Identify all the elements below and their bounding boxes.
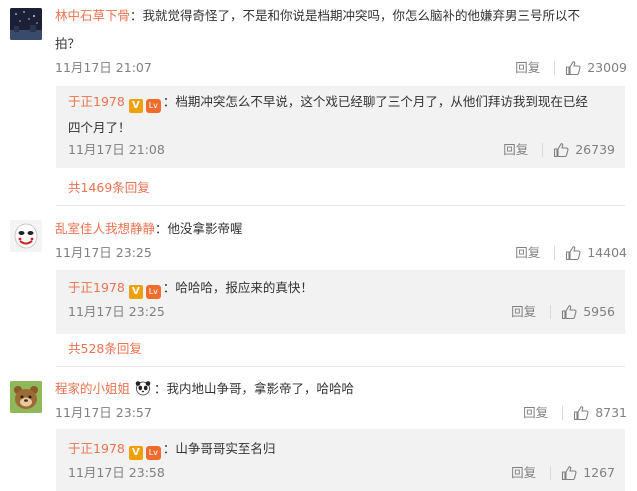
like-count[interactable]: 1267 [583, 463, 615, 483]
comment-time: 11月17日 21:07 [55, 60, 152, 75]
thumbs-up-icon[interactable] [573, 405, 589, 421]
avatar-cartoon-bear-image [10, 381, 42, 413]
panda-emoji-icon [135, 381, 151, 396]
level-badge-icon: Lv [145, 446, 161, 460]
reply-button[interactable]: 回复 [511, 463, 536, 483]
comment-2: 乱室佳人我想静静：他没拿影帝喔 11月17日 23:25 回复 14404 于正… [0, 206, 637, 366]
thumbs-up-icon[interactable] [553, 142, 569, 158]
reply-box: 于正1978 V Lv ：山争哥哥实至名归 11月17日 23:58 回复 1267 [56, 429, 625, 491]
more-replies-link[interactable]: 共528条回复 [68, 339, 142, 359]
reply-body-continued: 四个月了！ [68, 120, 131, 135]
comment-actions: 回复 14404 [515, 243, 627, 263]
reply-body: ：哈哈哈，报应来的真快！ [162, 280, 313, 295]
reply-box: 于正1978 V Lv ：哈哈哈，报应来的真快！ 11月17日 23:25 回复 59… [56, 270, 625, 334]
level-badge-icon: Lv [145, 99, 161, 113]
level-badge-icon: Lv [145, 285, 161, 299]
thumbs-up-icon[interactable] [565, 245, 581, 261]
action-divider [550, 305, 552, 319]
avatar[interactable] [10, 8, 42, 40]
reply-body: ：档期冲突怎么不早说，这个戏已经聊了三个月了，从他们拜访我到现在已经 [162, 94, 588, 109]
thumbs-up-icon[interactable] [561, 465, 577, 481]
like-count[interactable]: 26739 [575, 140, 615, 160]
comment-username[interactable]: 程家的小姐姐 [55, 381, 130, 396]
avatar-mask-face-image [10, 220, 42, 252]
comment-username[interactable]: 林中石草下骨 [55, 8, 130, 23]
comment-time: 11月17日 23:57 [55, 405, 152, 420]
action-divider [554, 61, 556, 75]
comment-body: ：我内地山争哥，拿影帝了，哈哈哈 [154, 381, 355, 396]
reply-button[interactable]: 回复 [523, 403, 548, 423]
comment-text: 乱室佳人我想静静：他没拿影帝喔 [55, 219, 243, 239]
avatar[interactable] [10, 381, 42, 413]
reply-actions: 回复 26739 [503, 140, 615, 160]
comment-1: 林中石草下骨：我就觉得奇怪了，不是和你说是档期冲突吗，你怎么脑补的他嫌弃男三号所… [0, 0, 637, 205]
action-divider [542, 143, 544, 157]
comment-time: 11月17日 23:25 [55, 245, 152, 260]
reply-time: 11月17日 21:08 [68, 142, 165, 157]
reply-username[interactable]: 于正1978 [68, 280, 125, 295]
reply-actions: 回复 5956 [511, 302, 615, 322]
reply-button[interactable]: 回复 [511, 302, 536, 322]
more-replies-link[interactable]: 共1469条回复 [68, 178, 150, 198]
verified-v-icon: V [128, 285, 143, 299]
reply-button[interactable]: 回复 [515, 58, 540, 78]
action-divider [550, 466, 552, 480]
reply-actions: 回复 1267 [511, 463, 615, 483]
reply-text: 于正1978 V Lv ：山争哥哥实至名归 [68, 439, 275, 460]
reply-box: 于正1978 V Lv ：档期冲突怎么不早说，这个戏已经聊了三个月了，从他们拜访我到现… [56, 86, 625, 168]
comment-3: 程家的小姐姐 ：我内地山争哥，拿影帝了，哈哈哈 11月17日 23:57 回复 … [0, 367, 637, 491]
comment-actions: 回复 8731 [523, 403, 627, 423]
reply-button[interactable]: 回复 [515, 243, 540, 263]
verified-v-icon: V [128, 446, 143, 460]
like-count[interactable]: 5956 [583, 302, 615, 322]
reply-body: ：山争哥哥实至名归 [162, 441, 276, 456]
verified-v-icon: V [128, 99, 143, 113]
reply-username[interactable]: 于正1978 [68, 441, 125, 456]
comment-body-continued: 拍？ [55, 36, 81, 51]
comment-body: ：他没拿影帝喔 [155, 221, 243, 236]
comment-text: 程家的小姐姐 ：我内地山争哥，拿影帝了，哈哈哈 [55, 379, 354, 399]
action-divider [562, 406, 564, 420]
thumbs-up-icon[interactable] [561, 304, 577, 320]
avatar-night-sky-image [10, 8, 42, 40]
like-count[interactable]: 8731 [595, 403, 627, 423]
action-divider [554, 246, 556, 260]
thumbs-up-icon[interactable] [565, 60, 581, 76]
avatar[interactable] [10, 220, 42, 252]
reply-text: 于正1978 V Lv ：哈哈哈，报应来的真快！ [68, 278, 313, 299]
reply-text: 于正1978 V Lv ：档期冲突怎么不早说，这个戏已经聊了三个月了，从他们拜访我到现… [68, 92, 588, 113]
reply-time: 11月17日 23:58 [68, 465, 165, 480]
reply-username[interactable]: 于正1978 [68, 94, 125, 109]
comment-body: ：我就觉得奇怪了，不是和你说是档期冲突吗，你怎么脑补的他嫌弃男三号所以不 [130, 8, 581, 23]
reply-time: 11月17日 23:25 [68, 304, 165, 319]
like-count[interactable]: 14404 [587, 243, 627, 263]
reply-button[interactable]: 回复 [503, 140, 528, 160]
comment-username[interactable]: 乱室佳人我想静静 [55, 221, 155, 236]
comment-text: 林中石草下骨：我就觉得奇怪了，不是和你说是档期冲突吗，你怎么脑补的他嫌弃男三号所… [55, 6, 580, 26]
like-count[interactable]: 23009 [587, 58, 627, 78]
comment-actions: 回复 23009 [515, 58, 627, 78]
